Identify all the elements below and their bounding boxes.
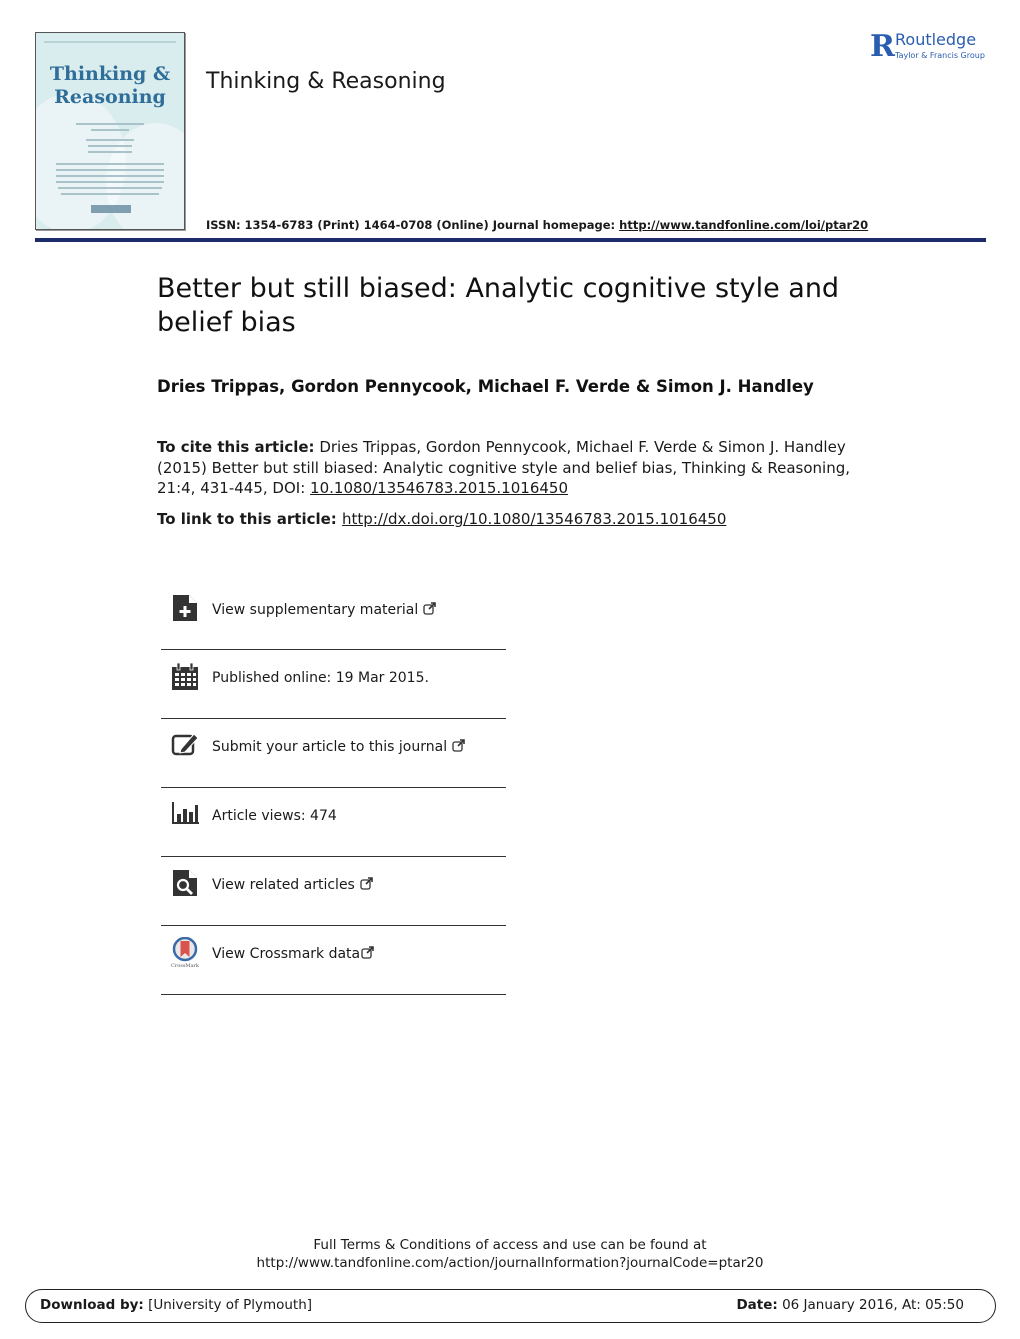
svg-text:CrossMark: CrossMark	[171, 963, 199, 969]
cover-text-line	[56, 169, 164, 171]
calendar-icon	[172, 662, 198, 690]
article-title: Better but still biased: Analytic cognit…	[157, 273, 840, 338]
publisher-group: Taylor & Francis Group	[895, 51, 985, 60]
action-label: Article views: 474	[212, 808, 337, 824]
cover-top-strip	[44, 41, 176, 43]
action-view-related[interactable]: View related articles	[161, 857, 506, 926]
action-label: Published online: 19 Mar 2015.	[212, 670, 429, 686]
download-info-bar: Download by: [University of Plymouth] Da…	[25, 1289, 996, 1323]
action-label: View supplementary material	[212, 602, 437, 618]
cover-title-line: Thinking &	[49, 63, 171, 85]
routledge-r-icon: R	[870, 29, 895, 64]
action-label-text: Submit your article to this journal	[212, 739, 448, 755]
publisher-logo: R Routledge Taylor & Francis Group	[870, 30, 990, 64]
cite-label: To cite this article:	[157, 438, 315, 456]
action-view-crossmark[interactable]: CrossMark View Crossmark data	[161, 926, 506, 995]
journal-homepage-link[interactable]: http://www.tandfonline.com/loi/ptar20	[619, 218, 868, 232]
external-link-icon	[452, 739, 465, 752]
action-label-text: View Crossmark data	[212, 946, 361, 962]
action-published-online: Published online: 19 Mar 2015.	[161, 650, 506, 719]
cover-text-line	[61, 193, 159, 195]
action-label: View Crossmark data	[212, 946, 374, 962]
article-link-line: To link to this article: http://dx.doi.o…	[157, 510, 726, 528]
edit-icon	[171, 733, 199, 756]
citation: To cite this article: Dries Trippas, Gor…	[157, 437, 857, 499]
cover-text-line	[56, 181, 164, 183]
header-divider	[35, 238, 986, 242]
cover-text-line	[58, 187, 162, 189]
cover-text-line	[86, 139, 134, 141]
external-link-icon	[423, 602, 437, 615]
link-label: To link to this article:	[157, 510, 343, 528]
journal-cover-image: Thinking & Reasoning	[35, 32, 185, 230]
supplementary-file-icon	[173, 595, 197, 621]
search-document-icon	[173, 870, 197, 896]
action-view-supplementary[interactable]: View supplementary material	[161, 582, 506, 650]
publisher-name: Routledge	[895, 30, 977, 49]
cover-title-line: Reasoning	[54, 86, 166, 108]
external-link-icon	[361, 946, 374, 959]
download-by-label: Download by:	[40, 1297, 144, 1313]
cover-publisher-logo	[91, 205, 131, 213]
cover-title: Thinking & Reasoning	[36, 63, 184, 109]
action-label: Submit your article to this journal	[212, 739, 465, 755]
journal-name: Thinking & Reasoning	[206, 69, 446, 94]
issn-text: ISSN: 1354-6783 (Print) 1464-0708 (Onlin…	[206, 218, 620, 232]
terms-notice: Full Terms & Conditions of access and us…	[0, 1236, 1020, 1272]
action-article-views: Article views: 474	[161, 788, 506, 857]
date-label: Date:	[736, 1297, 778, 1313]
action-submit-article[interactable]: Submit your article to this journal	[161, 719, 506, 788]
cover-text-line	[88, 151, 132, 153]
download-date: Date: 06 January 2016, At: 05:50	[736, 1297, 964, 1313]
doi-link[interactable]: 10.1080/13546783.2015.1016450	[310, 479, 568, 497]
action-label-text: View supplementary material	[212, 602, 419, 618]
date-value: 06 January 2016, At: 05:50	[777, 1297, 964, 1313]
article-actions-list: View supplementary material Published on…	[161, 582, 506, 995]
article-authors: Dries Trippas, Gordon Pennycook, Michael…	[157, 377, 814, 396]
terms-url[interactable]: http://www.tandfonline.com/action/journa…	[0, 1254, 1020, 1272]
download-by-value: [University of Plymouth]	[143, 1297, 313, 1313]
action-label-text: View related articles	[212, 877, 355, 893]
bar-chart-icon	[172, 802, 199, 824]
external-link-icon	[360, 877, 373, 890]
cover-text-line	[56, 175, 164, 177]
article-url-link[interactable]: http://dx.doi.org/10.1080/13546783.2015.…	[342, 510, 726, 528]
issn-line: ISSN: 1354-6783 (Print) 1464-0708 (Onlin…	[206, 218, 868, 232]
action-label: View related articles	[212, 877, 373, 893]
terms-line: Full Terms & Conditions of access and us…	[313, 1237, 707, 1253]
crossmark-icon: CrossMark	[171, 937, 199, 969]
cover-text-line	[76, 123, 144, 125]
cover-text-line	[91, 129, 129, 131]
download-by: Download by: [University of Plymouth]	[40, 1297, 312, 1313]
cover-text-line	[56, 163, 164, 165]
cover-text-line	[88, 145, 132, 147]
